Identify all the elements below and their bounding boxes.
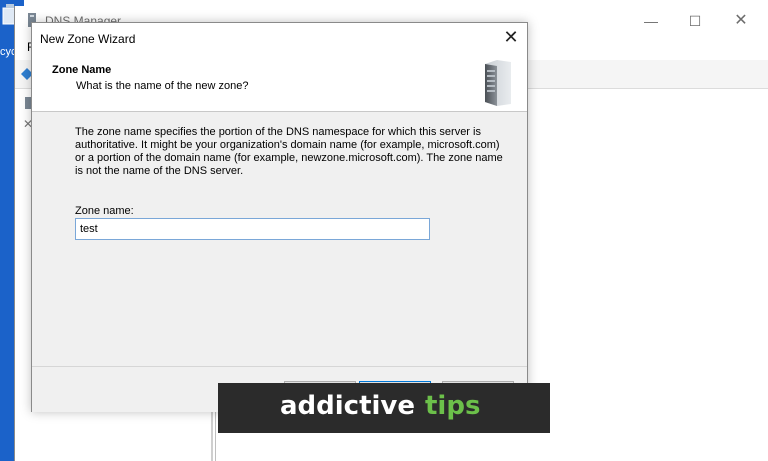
- page-heading: Zone Name: [52, 64, 112, 76]
- dns-close-button[interactable]: ✕: [719, 10, 763, 32]
- page-subheading: What is the name of the new zone?: [76, 80, 249, 92]
- minimize-button[interactable]: —: [629, 10, 673, 32]
- watermark-text-addictive: addictive: [280, 391, 416, 421]
- wizard-body: The zone name specifies the portion of t…: [32, 112, 527, 365]
- wizard-titlebar[interactable]: New Zone Wizard ✕: [32, 23, 527, 53]
- new-zone-wizard-dialog: New Zone Wizard ✕ Zone Name What is the …: [31, 22, 528, 412]
- server-icon: [485, 60, 511, 106]
- close-icon[interactable]: ✕: [499, 26, 523, 50]
- watermark-text-tips: tips: [425, 391, 481, 421]
- zone-name-label: Zone name:: [75, 205, 134, 217]
- watermark-banner: addictive tips: [218, 383, 550, 433]
- wizard-title: New Zone Wizard: [40, 32, 136, 46]
- zone-name-description: The zone name specifies the portion of t…: [75, 126, 503, 177]
- wizard-header: Zone Name What is the name of the new zo…: [32, 53, 527, 112]
- zone-name-input[interactable]: [75, 218, 430, 240]
- maximize-button[interactable]: ☐: [673, 10, 717, 32]
